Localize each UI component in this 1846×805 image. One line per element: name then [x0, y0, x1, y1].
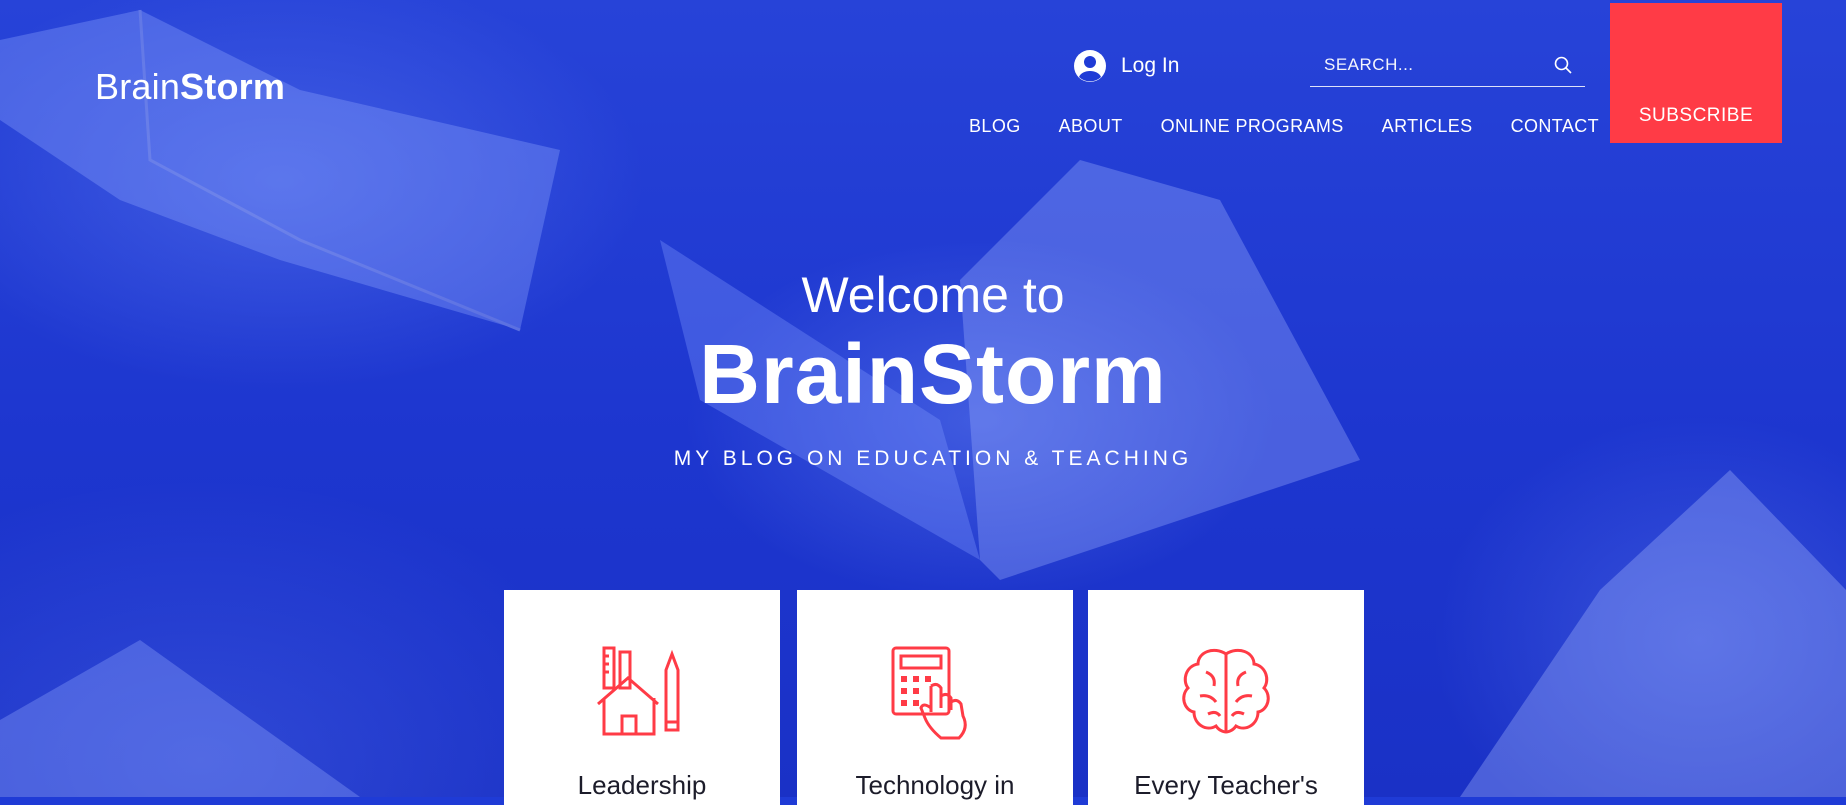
- nav-about[interactable]: ABOUT: [1059, 116, 1123, 142]
- bottom-left-book-illustration: [0, 640, 360, 797]
- nav-contact[interactable]: CONTACT: [1511, 116, 1599, 142]
- card-label: Every Teacher's: [1134, 770, 1318, 800]
- brain-icon: [1182, 648, 1270, 734]
- subscribe-button[interactable]: SUBSCRIBE: [1610, 3, 1782, 143]
- search-input[interactable]: [1310, 54, 1546, 76]
- corner-book-illustration: [1460, 470, 1846, 797]
- search-bar: [1310, 44, 1585, 87]
- logo-text-light: Brain: [95, 66, 181, 107]
- login-button[interactable]: Log In: [1073, 48, 1179, 84]
- nav-articles[interactable]: ARTICLES: [1382, 116, 1473, 142]
- calculator-hand-icon: [891, 646, 967, 740]
- hero-tagline: MY BLOG ON EDUCATION & TEACHING: [673, 447, 1193, 470]
- school-ruler-pencil-icon: [597, 646, 680, 736]
- card-label: Technology in: [855, 770, 1015, 800]
- login-label: Log In: [1121, 54, 1180, 77]
- card-label: Leadership: [577, 770, 707, 800]
- category-card-leadership[interactable]: Leadership: [504, 590, 780, 805]
- user-avatar-icon: [1074, 50, 1106, 82]
- category-card-technology[interactable]: Technology in: [797, 590, 1073, 805]
- hero-title: BrainStorm: [699, 327, 1167, 421]
- hero-welcome: Welcome to: [801, 267, 1065, 323]
- nav-blog[interactable]: BLOG: [969, 116, 1021, 142]
- site-logo[interactable]: BrainStorm: [95, 66, 285, 108]
- category-card-teacher[interactable]: Every Teacher's: [1088, 590, 1364, 805]
- search-icon[interactable]: [1553, 55, 1573, 75]
- nav-online-programs[interactable]: ONLINE PROGRAMS: [1161, 116, 1344, 142]
- logo-text-bold: Storm: [180, 66, 286, 107]
- main-nav: BLOG ABOUT ONLINE PROGRAMS ARTICLES CONT…: [969, 116, 1599, 142]
